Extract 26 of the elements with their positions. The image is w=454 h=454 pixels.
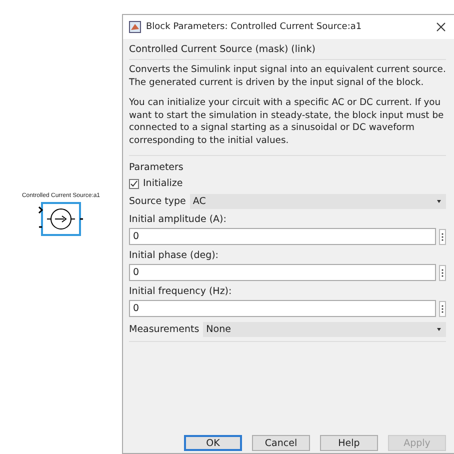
initialize-label: Initialize xyxy=(143,178,183,189)
initialize-checkbox[interactable] xyxy=(129,178,139,188)
input-field[interactable]: 0 xyxy=(129,228,436,245)
dialog-button[interactable]: OK xyxy=(184,435,242,451)
window-title: Block Parameters: Controlled Current Source:a1 xyxy=(146,22,363,32)
input-field[interactable]: 0 xyxy=(129,300,436,317)
dialog-button[interactable]: Help xyxy=(320,435,378,451)
more-options-icon[interactable] xyxy=(439,228,446,244)
input-field[interactable]: 0 xyxy=(129,264,436,281)
field-label: Initial phase (deg): xyxy=(129,250,220,261)
more-options-icon[interactable] xyxy=(439,264,446,280)
parameters-heading: Parameters xyxy=(129,162,184,173)
dialog-button[interactable]: Cancel xyxy=(252,435,310,451)
close-icon[interactable] xyxy=(436,22,446,32)
description-text: Converts the Simulink input signal into an equivalent current source. The generated current is driven by the input signal of the block. xyxy=(129,64,446,89)
mask-heading: Controlled Current Source (mask) (link) xyxy=(129,39,446,60)
app-icon xyxy=(129,21,141,33)
measurements-label: Measurements xyxy=(129,324,200,335)
more-options-icon[interactable] xyxy=(439,300,446,316)
current-source-block-icon[interactable] xyxy=(38,201,84,237)
source-type-label: Source type xyxy=(129,196,186,207)
measurements-dropdown[interactable]: None xyxy=(203,322,446,337)
description-text: You can initialize your circuit with a specific AC or DC current. If you want to start the simulation in steady-state, the block input must be connected to a signal starting as a sinusoidal or DC waveform corresponding to the initial values. xyxy=(129,97,445,147)
field-label: Initial amplitude (A): xyxy=(129,214,228,225)
source-type-dropdown[interactable]: AC xyxy=(190,194,446,209)
field-label: Initial frequency (Hz): xyxy=(129,286,233,297)
